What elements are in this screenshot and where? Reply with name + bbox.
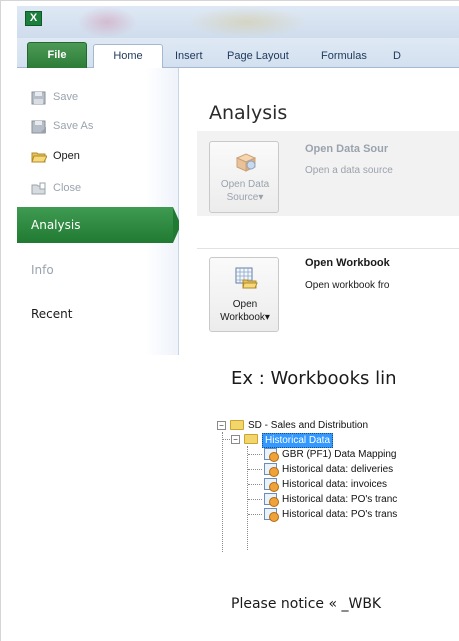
collapse-icon[interactable]: − [217,421,226,430]
button-line-2: Workbook▾ [210,311,280,324]
open-folder-icon [244,434,258,444]
tab-formulas[interactable]: Formulas [321,50,367,62]
tree-guide [248,484,262,485]
open-workbook-description: Open workbook fro [305,280,390,291]
tree-item-label: Historical data: PO's tranc [282,494,398,505]
ribbon-tab-row: File Home Insert Page Layout Formulas D [17,38,459,69]
button-line-2-text: Source [226,192,259,203]
open-workbook-button[interactable]: Open Workbook▾ [209,257,279,332]
menu-open-label: Open [53,150,80,162]
button-line-1: Open Data [220,179,270,190]
tree-item[interactable]: GBR (PF1) Data Mapping [212,448,459,462]
tree-item[interactable]: Historical data: invoices [212,478,459,492]
workbook-tree: − SD - Sales and Distribution − Historic… [212,418,459,553]
button-line-2: Source▾ [210,191,280,204]
open-data-source-section: Open Data Source▾ Open Data Sour Open a … [197,131,459,216]
open-folder-icon [31,150,48,164]
workbook-icon [264,448,279,462]
tree-item[interactable]: Historical data: deliveries [212,463,459,477]
document-heading: Ex : Workbooks lin [231,368,397,389]
open-data-source-label: Open Data Source▾ [210,178,280,204]
tree-guide [248,514,262,515]
tree-item-label: GBR (PF1) Data Mapping [282,449,397,460]
dropdown-arrow-icon: ▾ [264,312,270,323]
page-title: Analysis [209,102,288,124]
menu-save-label: Save [53,91,79,103]
collapse-icon[interactable]: − [231,435,240,444]
open-workbook-heading: Open Workbook [305,257,390,269]
excel-window: X File Home Insert Page Layout Formulas … [17,6,459,355]
data-source-icon [234,150,258,174]
excel-app-icon[interactable]: X [25,11,42,26]
save-as-icon [31,120,47,134]
title-bar: X [17,6,459,38]
tree-guide [248,469,262,470]
workbook-icon [264,463,279,477]
save-icon [31,91,47,105]
tree-node-label: Historical Data [262,433,334,448]
tab-home[interactable]: Home [93,44,163,68]
open-data-source-button[interactable]: Open Data Source▾ [209,141,279,213]
tree-node-historical-data[interactable]: − Historical Data [212,433,459,448]
open-workbook-label: Open Workbook▾ [210,298,280,324]
close-file-icon [31,182,47,196]
menu-close-label: Close [53,182,82,194]
tree-guide [248,499,262,500]
menu-recent[interactable]: Recent [17,307,179,321]
open-data-source-heading: Open Data Sour [305,143,389,155]
menu-save-as-label: Save As [53,120,94,132]
button-line-1: Open [232,299,258,310]
tab-insert[interactable]: Insert [175,50,203,62]
tree-guide [248,454,262,455]
tree-node-root[interactable]: − SD - Sales and Distribution [212,419,459,432]
open-workbook-section: Open Workbook▾ Open Workbook Open workbo… [197,248,459,343]
tree-item-label: Historical data: invoices [282,479,388,490]
tab-file[interactable]: File [27,42,87,69]
open-data-source-description: Open a data source [305,165,393,176]
menu-info[interactable]: Info [17,263,179,277]
tree-item[interactable]: Historical data: PO's tranc [212,493,459,507]
tab-data[interactable]: D [393,50,401,62]
workbook-icon [264,478,279,492]
backstage-content: Analysis Open Data Source▾ Open Data Sou… [179,68,459,355]
tab-page-layout[interactable]: Page Layout [227,50,289,62]
title-bar-glow [187,6,307,38]
dropdown-arrow-icon: ▾ [258,192,264,203]
folder-icon [230,420,244,430]
notice-text: Please notice « _WBK [231,596,382,612]
menu-analysis[interactable]: Analysis [17,207,173,243]
title-bar-glow [77,6,137,38]
tree-node-label: SD - Sales and Distribution [248,420,369,431]
workbook-icon [264,493,279,507]
button-line-2-text: Workbook [220,312,265,323]
tree-item[interactable]: Historical data: PO's trans [212,508,459,522]
workbook-icon [234,266,258,290]
tree-item-label: Historical data: deliveries [282,464,394,475]
workbook-icon [264,508,279,522]
tree-item-label: Historical data: PO's trans [282,509,398,520]
